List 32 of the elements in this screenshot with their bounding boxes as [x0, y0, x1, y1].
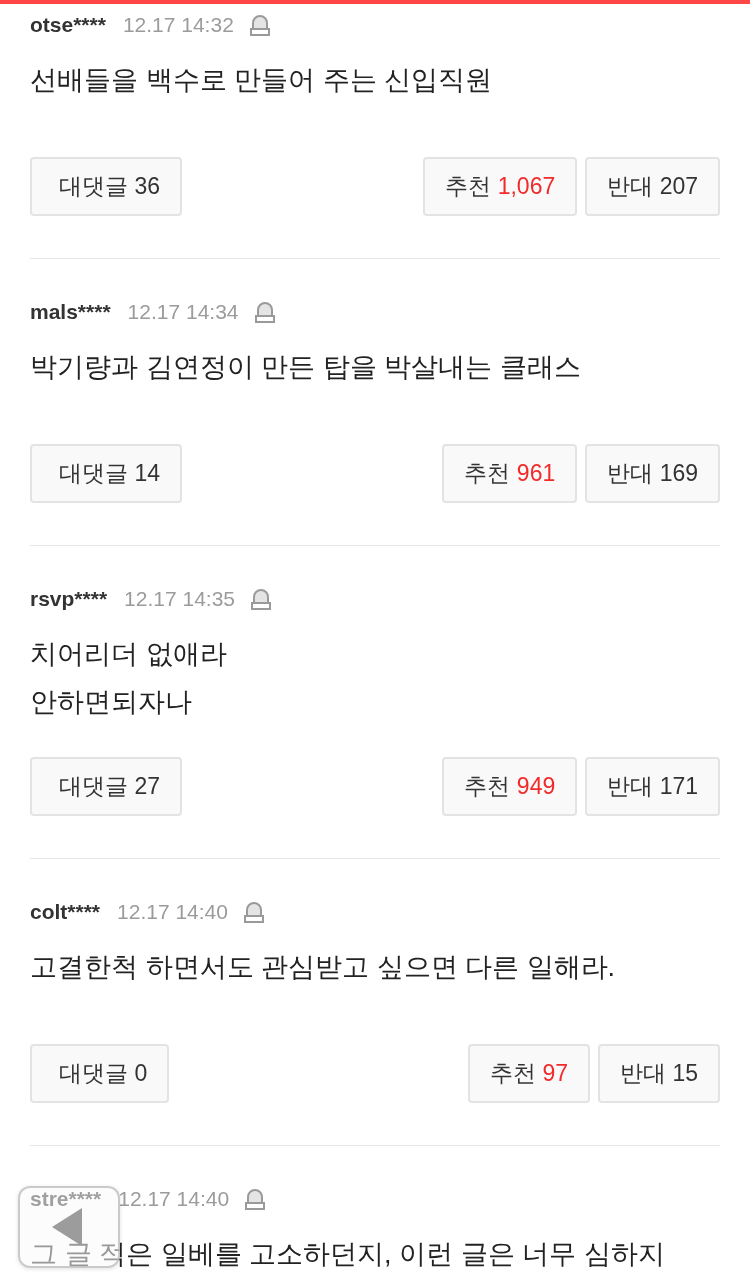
dislike-button[interactable]: 반대 15 — [598, 1044, 720, 1103]
reply-button[interactable]: 대댓글 14 — [30, 444, 182, 503]
comment-text: 선배들을 백수로 만들어 주는 신입직원 — [30, 64, 493, 97]
dislike-button[interactable]: 반대 207 — [585, 157, 720, 216]
siren-icon[interactable] — [250, 587, 272, 611]
username: colt**** — [30, 899, 101, 925]
comment-text: 박기량과 김연정이 만든 탑을 박살내는 클래스 — [30, 351, 582, 384]
reply-button[interactable]: 대댓글 36 — [30, 157, 182, 216]
reply-button[interactable]: 대댓글 27 — [30, 757, 182, 816]
comment-text: 그 글 적은 일베를 고소하던지, 이런 글은 너무 심하지 — [30, 1238, 666, 1271]
comment-time: 12.17 14:32 — [122, 12, 234, 38]
dislike-button[interactable]: 반대 171 — [585, 757, 720, 816]
comment-time: 12.17 14:40 — [118, 1186, 230, 1212]
username: mals**** — [30, 299, 111, 325]
username: otse**** — [30, 12, 106, 38]
username: stre**** — [30, 1186, 102, 1212]
siren-icon[interactable] — [244, 1187, 267, 1211]
username: rsvp**** — [30, 586, 108, 612]
comment-text: 고결한척 하면서도 관심받고 싶으면 다른 일해라. — [30, 951, 616, 984]
comment-text: 치어리더 없애라 안하면되자나 — [30, 638, 228, 719]
siren-icon[interactable] — [248, 13, 271, 37]
siren-icon[interactable] — [253, 300, 276, 324]
dislike-button[interactable]: 반대 169 — [585, 444, 720, 503]
comment-time: 12.17 14:35 — [124, 586, 235, 612]
comment-time: 12.17 14:40 — [117, 899, 228, 925]
like-button[interactable]: 추천 961 — [442, 444, 578, 503]
like-button[interactable]: 추천 97 — [468, 1044, 590, 1103]
siren-icon[interactable] — [242, 900, 265, 924]
like-button[interactable]: 추천 949 — [442, 757, 578, 816]
reply-button[interactable]: 대댓글 0 — [30, 1044, 170, 1103]
like-button[interactable]: 추천 1,067 — [423, 157, 578, 216]
comment-time: 12.17 14:34 — [127, 299, 239, 325]
